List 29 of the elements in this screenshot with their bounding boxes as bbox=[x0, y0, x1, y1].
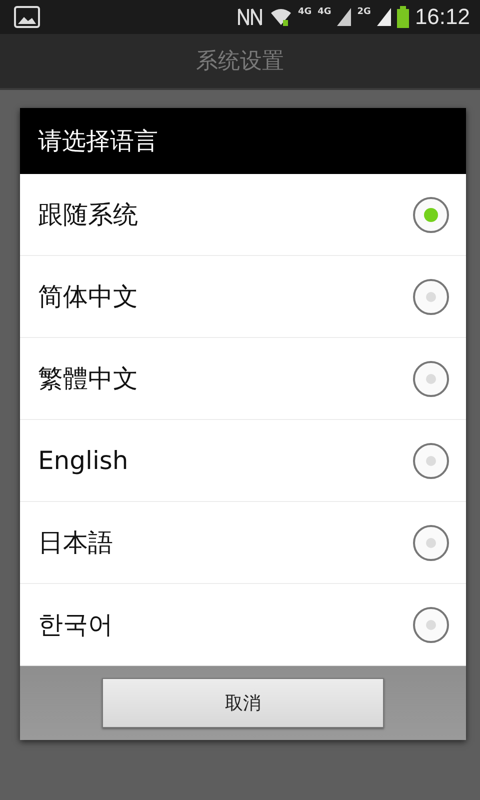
language-option[interactable]: 简体中文 bbox=[20, 256, 466, 338]
wifi-icon bbox=[270, 7, 292, 27]
network-label: 4G bbox=[318, 7, 332, 17]
radio-button[interactable] bbox=[412, 442, 450, 480]
battery-icon bbox=[396, 6, 409, 28]
language-label: 简体中文 bbox=[38, 281, 138, 313]
image-icon bbox=[14, 6, 40, 28]
signal-icon bbox=[337, 8, 352, 26]
network-label: 4G bbox=[298, 7, 312, 17]
language-label: 한국어 bbox=[38, 609, 113, 641]
language-option[interactable]: 繁體中文 bbox=[20, 338, 466, 420]
cancel-button[interactable]: 取消 bbox=[102, 678, 384, 728]
signal-icon bbox=[376, 8, 391, 26]
language-label: 日本語 bbox=[38, 527, 113, 559]
radio-button[interactable] bbox=[412, 360, 450, 398]
radio-button[interactable] bbox=[412, 196, 450, 234]
radio-button[interactable] bbox=[412, 524, 450, 562]
language-option[interactable]: English bbox=[20, 420, 466, 502]
app-title: 系统设置 bbox=[196, 48, 284, 76]
network-label: 2G bbox=[357, 7, 371, 17]
language-option[interactable]: 日本語 bbox=[20, 502, 466, 584]
dialog-title: 请选择语言 bbox=[38, 126, 158, 157]
language-label: English bbox=[38, 446, 128, 475]
language-label: 繁體中文 bbox=[38, 363, 138, 395]
clock-time: 16:12 bbox=[414, 4, 470, 30]
radio-button[interactable] bbox=[412, 278, 450, 316]
radio-button[interactable] bbox=[412, 606, 450, 644]
language-label: 跟随系统 bbox=[38, 199, 138, 231]
language-option[interactable]: 跟随系统 bbox=[20, 174, 466, 256]
